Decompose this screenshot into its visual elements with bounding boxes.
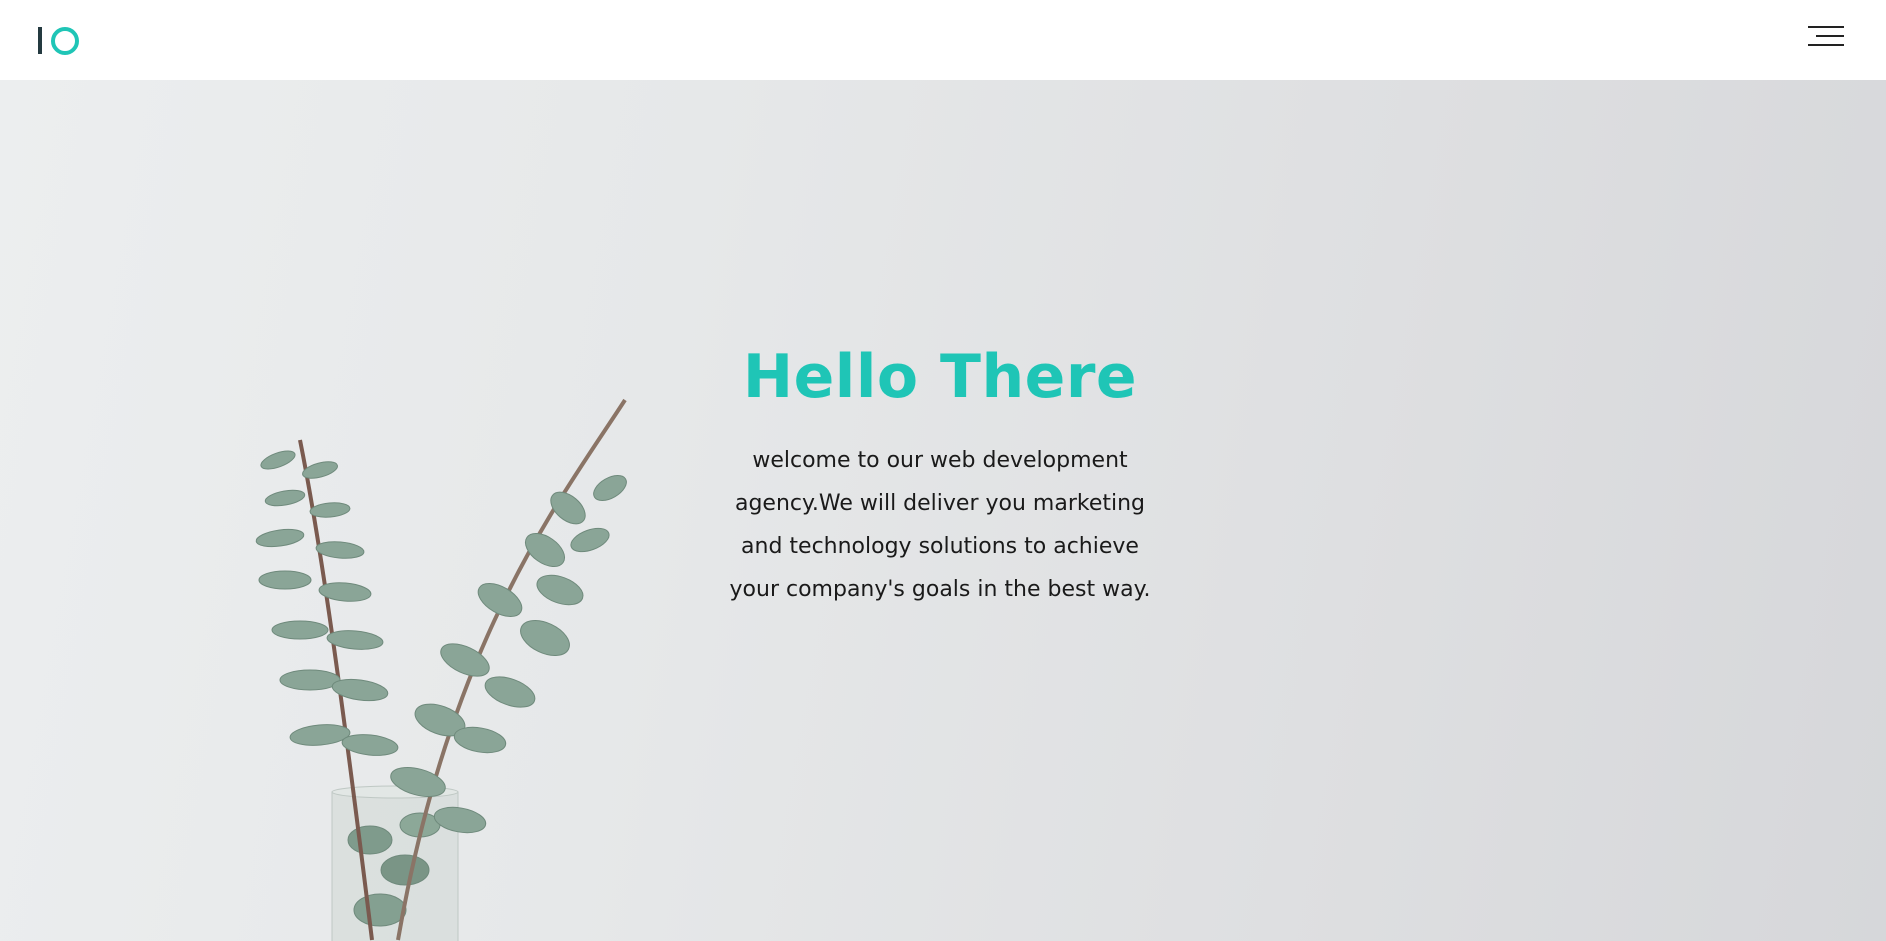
menu-line-middle — [1816, 35, 1844, 37]
logo-bar — [38, 27, 42, 54]
logo-ring — [51, 27, 79, 55]
menu-line-bottom — [1808, 44, 1844, 46]
hero-section: Hello There welcome to our web developme… — [0, 80, 1886, 941]
hero-description: welcome to our web development agency.We… — [729, 448, 1151, 602]
site-header — [0, 0, 1886, 80]
hamburger-menu-button[interactable] — [1806, 24, 1846, 52]
hero-title: Hello There — [742, 342, 1138, 412]
io-logo-icon[interactable] — [36, 26, 80, 56]
menu-line-top — [1808, 26, 1844, 28]
